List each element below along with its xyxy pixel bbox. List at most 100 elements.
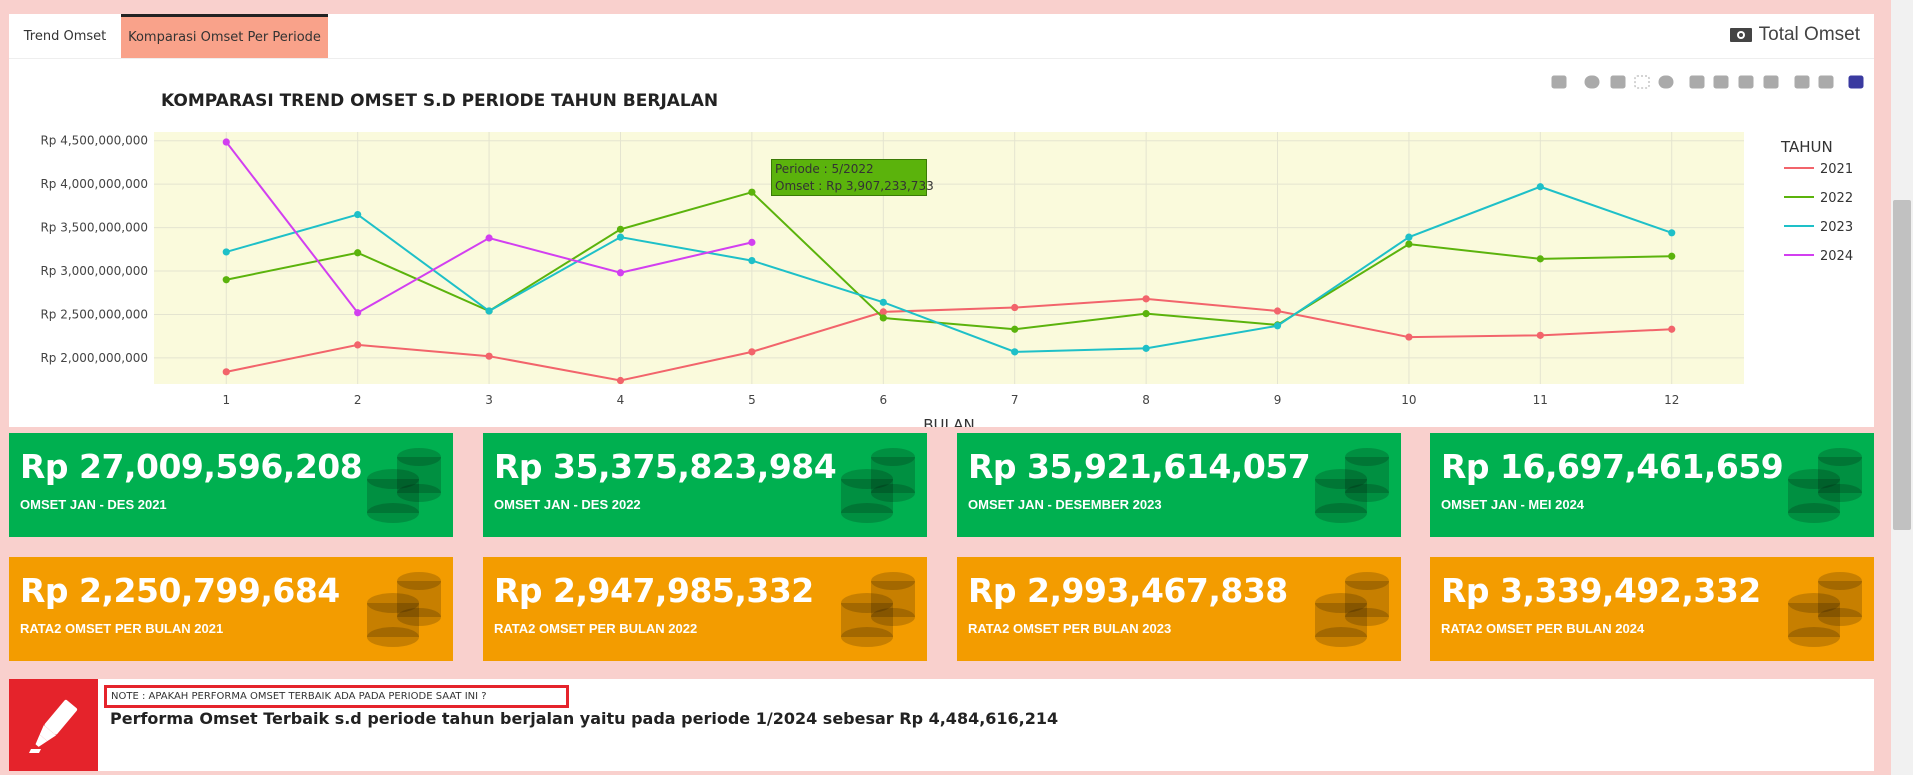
data-point-2022 (354, 249, 362, 257)
data-point-2024 (485, 234, 493, 242)
compare-hover-icon[interactable] (1818, 75, 1834, 89)
data-point-2021 (485, 352, 493, 360)
zoom-in-icon[interactable] (1689, 75, 1705, 89)
card-omset-2023: Rp 35,921,614,057 OMSET JAN - DESEMBER 2… (957, 433, 1401, 537)
data-point-2022 (1536, 255, 1544, 263)
data-point-2024 (354, 309, 362, 317)
y-tick-label: Rp 4,500,000,000 (40, 134, 148, 148)
card-label: RATA2 OMSET PER BULAN 2024 (1441, 621, 1645, 636)
x-axis-label: BULAN (923, 416, 974, 427)
money-icon (1729, 28, 1752, 42)
card-rata2-2024: Rp 3,339,492,332 RATA2 OMSET PER BULAN 2… (1430, 557, 1874, 661)
legend-title: TAHUN (1780, 138, 1833, 156)
card-label: OMSET JAN - MEI 2024 (1441, 497, 1585, 512)
x-tick-label: 3 (485, 393, 493, 407)
camera-icon[interactable] (1551, 75, 1567, 89)
page-scrollbar[interactable] (1891, 0, 1913, 775)
data-point-2021 (1668, 325, 1676, 333)
x-tick-label: 8 (1142, 393, 1150, 407)
data-point-2023 (1536, 183, 1544, 191)
card-value: Rp 16,697,461,659 (1441, 447, 1784, 486)
x-tick-label: 5 (748, 393, 756, 407)
autoscale-icon[interactable] (1738, 75, 1754, 89)
data-point-2021 (748, 348, 756, 356)
omset-line-chart[interactable]: Rp 2,000,000,000 Rp 2,500,000,000 Rp 3,000… (9, 58, 1874, 427)
card-label: RATA2 OMSET PER BULAN 2023 (968, 621, 1172, 636)
legend-entry-2023: 2023 (1820, 220, 1853, 235)
legend-entry-2022: 2022 (1820, 191, 1853, 206)
coins-icon (841, 572, 915, 647)
x-tick-label: 4 (617, 393, 625, 407)
data-point-2022 (1011, 325, 1019, 333)
box-select-icon[interactable] (1634, 75, 1650, 89)
legend-entry-2024: 2024 (1820, 249, 1853, 264)
coins-icon (367, 572, 441, 647)
x-tick-label: 6 (879, 393, 887, 407)
data-point-2021 (354, 341, 362, 349)
data-point-2021 (1273, 307, 1282, 315)
card-rata2-2021: Rp 2,250,799,684 RATA2 OMSET PER BULAN 2… (9, 557, 453, 661)
total-omset-label: Total Omset (1758, 24, 1860, 45)
card-value: Rp 2,250,799,684 (20, 571, 340, 610)
note-label: NOTE : APAKAH PERFORMA OMSET TERBAIK ADA… (104, 685, 569, 708)
data-point-2022 (748, 188, 756, 196)
x-tick-label: 12 (1664, 393, 1679, 407)
highlighter-icon (29, 699, 78, 753)
x-tick-label: 2 (354, 393, 362, 407)
data-point-2023 (1011, 348, 1019, 356)
card-label: OMSET JAN - DES 2022 (494, 497, 641, 512)
data-point-2022 (1142, 310, 1150, 318)
database-icon (841, 448, 915, 523)
card-label: OMSET JAN - DES 2021 (20, 497, 167, 512)
data-point-2021 (1142, 295, 1150, 303)
data-point-2024 (748, 238, 756, 246)
lasso-icon[interactable] (1658, 75, 1674, 89)
card-omset-2021: Rp 27,009,596,208 OMSET JAN - DES 2021 (9, 433, 453, 537)
card-value: Rp 35,375,823,984 (494, 447, 837, 486)
tab-komparasi-omset[interactable]: Komparasi Omset Per Periode (121, 14, 328, 58)
data-point-2024 (616, 269, 625, 277)
reset-axes-icon[interactable] (1763, 75, 1779, 89)
card-omset-2022: Rp 35,375,823,984 OMSET JAN - DES 2022 (483, 433, 927, 537)
card-value: Rp 2,947,985,332 (494, 571, 814, 610)
plotly-logo-icon[interactable] (1848, 75, 1864, 89)
y-tick-label: Rp 3,500,000,000 (40, 221, 148, 235)
data-point-2022 (879, 314, 887, 322)
data-point-2021 (1536, 331, 1544, 339)
chart-panel: Trend Omset Komparasi Omset Per Periode … (9, 14, 1874, 427)
y-tick-label: Rp 2,500,000,000 (40, 307, 148, 321)
data-point-2024 (222, 138, 230, 146)
x-tick-label: 11 (1533, 393, 1548, 407)
y-tick-label: Rp 3,000,000,000 (40, 264, 148, 278)
pan-icon[interactable] (1610, 75, 1626, 89)
card-rata2-2022: Rp 2,947,985,332 RATA2 OMSET PER BULAN 2… (483, 557, 927, 661)
card-value: Rp 2,993,467,838 (968, 571, 1288, 610)
card-label: RATA2 OMSET PER BULAN 2022 (494, 621, 698, 636)
card-value: Rp 35,921,614,057 (968, 447, 1311, 486)
spike-lines-icon[interactable] (1794, 75, 1810, 89)
data-point-2022 (1668, 252, 1676, 260)
note-panel: NOTE : APAKAH PERFORMA OMSET TERBAIK ADA… (9, 679, 1874, 771)
data-point-2022 (222, 276, 230, 284)
database-icon (1788, 448, 1862, 523)
data-point-2023 (879, 298, 887, 306)
x-tick-label: 1 (222, 393, 230, 407)
data-point-2023 (616, 233, 625, 241)
data-point-2023 (1668, 229, 1676, 237)
data-point-2022 (1405, 240, 1413, 248)
tab-trend-omset[interactable]: Trend Omset (9, 14, 121, 58)
data-point-2023 (1142, 344, 1150, 352)
coins-icon (1788, 572, 1862, 647)
note-icon-box (9, 679, 98, 771)
scrollbar-thumb[interactable] (1893, 200, 1911, 530)
zoom-out-icon[interactable] (1713, 75, 1729, 89)
data-point-2022 (616, 225, 625, 233)
data-point-2021 (222, 368, 230, 376)
x-tick-label: 9 (1274, 393, 1282, 407)
zoom-icon[interactable] (1584, 75, 1600, 89)
card-value: Rp 3,339,492,332 (1441, 571, 1761, 610)
database-icon (367, 448, 441, 523)
data-point-2023 (485, 307, 493, 315)
chart-title: KOMPARASI TREND OMSET S.D PERIODE TAHUN … (161, 91, 718, 111)
data-point-2021 (616, 376, 625, 385)
